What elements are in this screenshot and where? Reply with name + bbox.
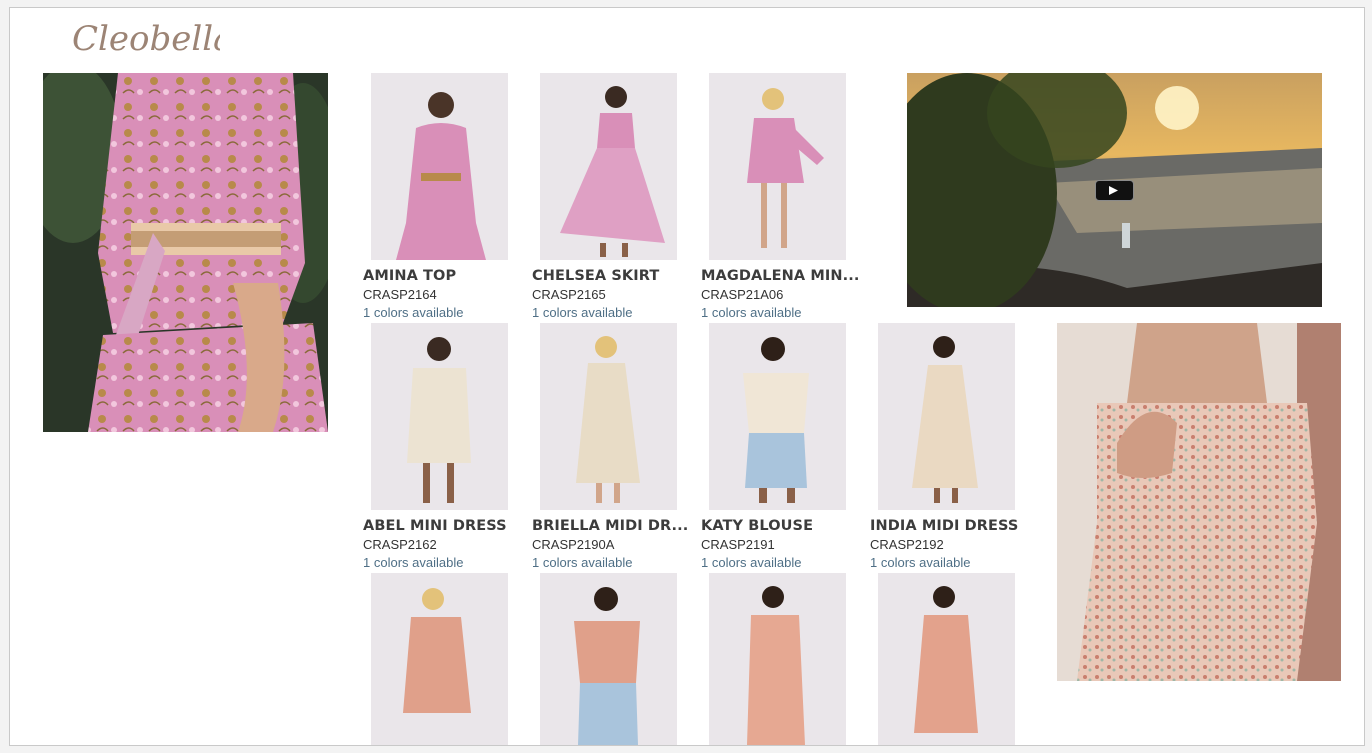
product-sku: CRASP2192 (870, 537, 944, 552)
product-colors-link[interactable]: 1 colors available (532, 305, 722, 320)
cleobella-logo[interactable]: Cleobella (70, 10, 220, 62)
svg-text:Cleobella: Cleobella (72, 19, 220, 59)
product-name[interactable]: KATY BLOUSE (701, 518, 891, 534)
product-colors-link[interactable]: 1 colors available (532, 555, 722, 570)
beach-video[interactable] (907, 73, 1322, 307)
product-colors-link[interactable]: 1 colors available (701, 305, 891, 320)
product-image-row3-1[interactable] (371, 573, 508, 745)
product-sku: CRASP2190A (532, 537, 615, 552)
product-sku: CRASP2164 (363, 287, 437, 302)
product-colors-link[interactable]: 1 colors available (363, 555, 553, 570)
product-sku: CRASP2191 (701, 537, 775, 552)
editorial-photo-smocked-top (1057, 323, 1341, 681)
product-name[interactable]: AMINA TOP (363, 268, 553, 284)
product-name[interactable]: INDIA MIDI DRESS (870, 518, 1060, 534)
product-image-row3-3[interactable] (709, 573, 846, 745)
product-image-magdalena-mini[interactable] (709, 73, 846, 260)
product-image-chelsea-skirt[interactable] (540, 73, 677, 260)
product-colors-link[interactable]: 1 colors available (701, 555, 891, 570)
product-sku: CRASP2165 (532, 287, 606, 302)
hero-photo-pink-outfit (43, 73, 328, 432)
product-colors-link[interactable]: 1 colors available (870, 555, 1060, 570)
product-image-amina-top[interactable] (371, 73, 508, 260)
product-name[interactable]: MAGDALENA MIN... (701, 268, 891, 284)
product-image-katy-blouse[interactable] (709, 323, 846, 510)
lookbook-page: Cleobella AMINA TOP CRASP2164 1 colors a… (9, 7, 1365, 746)
product-sku: CRASP2162 (363, 537, 437, 552)
product-image-abel-mini-dress[interactable] (371, 323, 508, 510)
product-name[interactable]: CHELSEA SKIRT (532, 268, 722, 284)
product-image-row3-2[interactable] (540, 573, 677, 745)
product-name[interactable]: BRIELLA MIDI DR... (532, 518, 722, 534)
product-image-india-midi-dress[interactable] (878, 323, 1015, 510)
product-colors-link[interactable]: 1 colors available (363, 305, 553, 320)
product-sku: CRASP21A06 (701, 287, 784, 302)
product-name[interactable]: ABEL MINI DRESS (363, 518, 553, 534)
product-image-briella-midi-dress[interactable] (540, 323, 677, 510)
product-image-row3-4[interactable] (878, 573, 1015, 745)
play-button[interactable] (1095, 180, 1134, 201)
play-icon (1109, 186, 1118, 195)
